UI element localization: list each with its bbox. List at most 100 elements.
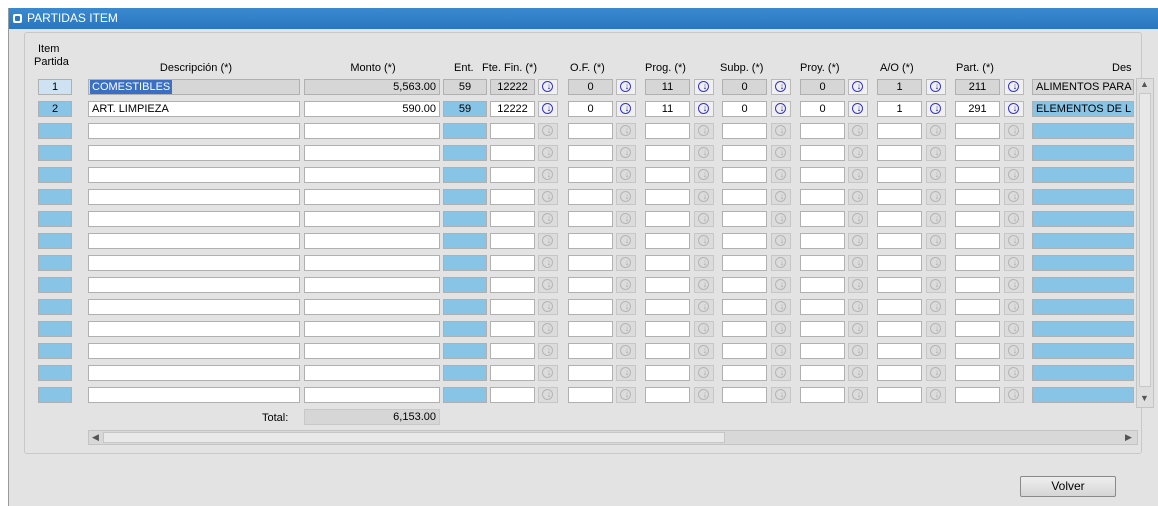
part-lov-button[interactable]: ↓	[1004, 79, 1024, 95]
ao-field[interactable]	[877, 255, 922, 271]
part-lov-button[interactable]: ↓	[1004, 101, 1024, 117]
proy-field[interactable]	[800, 255, 845, 271]
descripcion-field[interactable]: ART. LIMPIEZA	[88, 101, 300, 117]
proy-lov-button[interactable]: ↓	[848, 79, 868, 95]
row-header[interactable]	[38, 233, 72, 249]
ao-field[interactable]	[877, 233, 922, 249]
ao-field[interactable]	[877, 145, 922, 161]
fte-fin-field[interactable]	[490, 211, 535, 227]
monto-field[interactable]	[304, 321, 440, 337]
fte-fin-field[interactable]: 12222	[490, 79, 535, 95]
subp-field[interactable]	[722, 167, 767, 183]
ao-field[interactable]: 1	[877, 101, 922, 117]
descripcion-field[interactable]	[88, 277, 300, 293]
ao-field[interactable]	[877, 365, 922, 381]
monto-field[interactable]	[304, 123, 440, 139]
fte-fin-field[interactable]	[490, 145, 535, 161]
fte-fin-field[interactable]	[490, 365, 535, 381]
part-field[interactable]	[955, 277, 1000, 293]
subp-lov-button[interactable]: ↓	[771, 101, 791, 117]
part-field[interactable]	[955, 387, 1000, 403]
part-field[interactable]: 291	[955, 101, 1000, 117]
of-field[interactable]: 0	[568, 79, 613, 95]
row-header[interactable]	[38, 321, 72, 337]
row-header[interactable]: 1	[38, 79, 72, 95]
part-field[interactable]	[955, 233, 1000, 249]
prog-field[interactable]	[645, 321, 690, 337]
of-field[interactable]	[568, 365, 613, 381]
part-field[interactable]	[955, 321, 1000, 337]
proy-field[interactable]	[800, 145, 845, 161]
proy-field[interactable]	[800, 299, 845, 315]
of-field[interactable]	[568, 321, 613, 337]
row-header[interactable]: 2	[38, 101, 72, 117]
descripcion-field[interactable]	[88, 145, 300, 161]
of-field[interactable]	[568, 123, 613, 139]
ao-field[interactable]	[877, 167, 922, 183]
subp-lov-button[interactable]: ↓	[771, 79, 791, 95]
prog-field[interactable]	[645, 189, 690, 205]
prog-field[interactable]	[645, 277, 690, 293]
of-field[interactable]: 0	[568, 101, 613, 117]
ao-field[interactable]	[877, 387, 922, 403]
part-field[interactable]	[955, 343, 1000, 359]
proy-field[interactable]: 0	[800, 101, 845, 117]
prog-field[interactable]: 11	[645, 101, 690, 117]
proy-field[interactable]	[800, 365, 845, 381]
subp-field[interactable]	[722, 277, 767, 293]
ao-lov-button[interactable]: ↓	[926, 101, 946, 117]
row-header[interactable]	[38, 211, 72, 227]
fte-fin-field[interactable]	[490, 123, 535, 139]
part-field[interactable]	[955, 365, 1000, 381]
subp-field[interactable]	[722, 145, 767, 161]
proy-field[interactable]: 0	[800, 79, 845, 95]
of-field[interactable]	[568, 299, 613, 315]
row-header[interactable]	[38, 387, 72, 403]
monto-field[interactable]: 5,563.00	[304, 79, 440, 95]
descripcion-field[interactable]	[88, 123, 300, 139]
scroll-right-icon[interactable]: ▶	[1125, 432, 1132, 443]
prog-field[interactable]	[645, 233, 690, 249]
of-field[interactable]	[568, 145, 613, 161]
fte-fin-field[interactable]	[490, 167, 535, 183]
row-header[interactable]	[38, 365, 72, 381]
monto-field[interactable]	[304, 145, 440, 161]
part-field[interactable]	[955, 255, 1000, 271]
subp-field[interactable]	[722, 387, 767, 403]
monto-field[interactable]	[304, 255, 440, 271]
of-lov-button[interactable]: ↓	[616, 101, 636, 117]
descripcion-field[interactable]	[88, 365, 300, 381]
of-field[interactable]	[568, 211, 613, 227]
proy-lov-button[interactable]: ↓	[848, 101, 868, 117]
prog-field[interactable]	[645, 299, 690, 315]
ao-field[interactable]	[877, 299, 922, 315]
scroll-down-icon[interactable]: ▼	[1140, 393, 1149, 403]
monto-field[interactable]	[304, 299, 440, 315]
fte-fin-lov-button[interactable]: ↓	[538, 101, 558, 117]
proy-field[interactable]	[800, 343, 845, 359]
prog-field[interactable]	[645, 343, 690, 359]
descripcion-field[interactable]	[88, 233, 300, 249]
descripcion-field[interactable]	[88, 167, 300, 183]
ao-field[interactable]	[877, 277, 922, 293]
ao-field[interactable]	[877, 343, 922, 359]
descripcion-field[interactable]: COMESTIBLES	[88, 79, 300, 95]
fte-fin-field[interactable]	[490, 277, 535, 293]
prog-field[interactable]: 11	[645, 79, 690, 95]
fte-fin-field[interactable]	[490, 321, 535, 337]
fte-fin-field[interactable]	[490, 255, 535, 271]
proy-field[interactable]	[800, 387, 845, 403]
monto-field[interactable]	[304, 365, 440, 381]
monto-field[interactable]: 590.00	[304, 101, 440, 117]
row-header[interactable]	[38, 299, 72, 315]
fte-fin-field[interactable]	[490, 189, 535, 205]
of-field[interactable]	[568, 387, 613, 403]
proy-field[interactable]	[800, 233, 845, 249]
scroll-left-icon[interactable]: ◀	[92, 432, 99, 443]
row-header[interactable]	[38, 189, 72, 205]
proy-field[interactable]	[800, 277, 845, 293]
ao-field[interactable]	[877, 321, 922, 337]
part-field[interactable]	[955, 211, 1000, 227]
of-field[interactable]	[568, 255, 613, 271]
row-header[interactable]	[38, 343, 72, 359]
